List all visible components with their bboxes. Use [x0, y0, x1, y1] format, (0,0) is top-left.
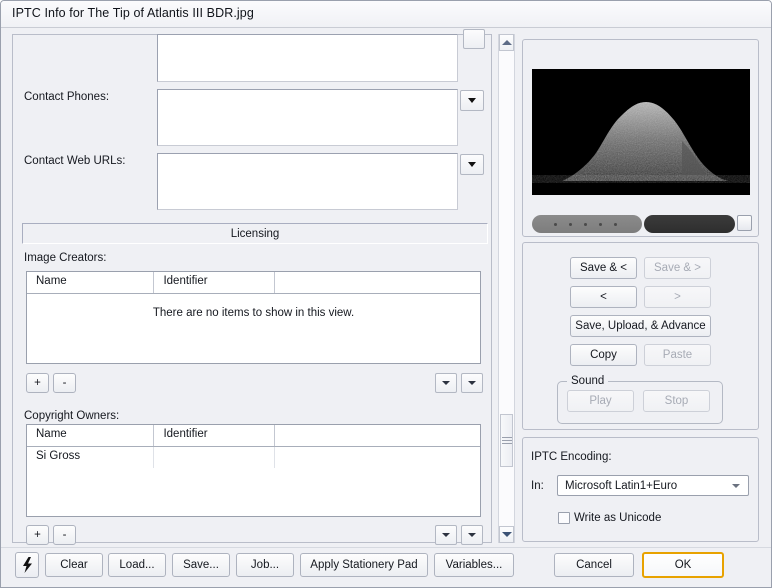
contact-web-urls-field[interactable] [157, 153, 458, 210]
image-creators-table[interactable]: Name Identifier There are no items to sh… [26, 271, 481, 364]
remove-copyright-owner-button[interactable]: - [53, 525, 76, 545]
quick-actions-button[interactable] [15, 552, 39, 578]
contact-phones-label: Contact Phones: [24, 91, 110, 103]
column-header-extra[interactable] [275, 425, 480, 446]
minus-icon: - [62, 529, 67, 541]
column-header-extra[interactable] [275, 272, 480, 293]
copyright-owners-label: Copyright Owners: [24, 410, 120, 422]
image-thumbnail[interactable] [532, 69, 750, 195]
play-sound-button[interactable]: Play [567, 390, 634, 412]
filmstrip-dot [614, 222, 617, 226]
cell-identifier [154, 447, 275, 468]
table-row[interactable]: Si Gross [27, 447, 480, 468]
write-as-unicode-label: Write as Unicode [574, 512, 662, 524]
remove-image-creator-button[interactable]: - [53, 373, 76, 393]
preview-progress-track[interactable] [644, 215, 735, 233]
chevron-down-icon [468, 381, 476, 385]
form-scrollbar[interactable] [498, 34, 515, 543]
column-header-identifier[interactable]: Identifier [154, 425, 275, 446]
chevron-down-icon [468, 533, 476, 537]
image-creators-options-dropdown-a[interactable] [435, 373, 457, 393]
paste-button[interactable]: Paste [644, 344, 711, 366]
image-creators-options-dropdown-b[interactable] [461, 373, 483, 393]
chevron-down-icon [442, 381, 450, 385]
cell-extra [275, 447, 480, 468]
iptc-encoding-title: IPTC Encoding: [531, 451, 612, 463]
contact-addresses-field[interactable] [157, 34, 458, 82]
save-and-previous-button[interactable]: Save & < [570, 257, 637, 279]
scrollbar-thumb[interactable] [500, 414, 513, 467]
table-header-row: Name Identifier [27, 425, 480, 447]
plus-icon: + [34, 529, 41, 541]
preview-expand-button[interactable] [737, 215, 752, 231]
copy-button[interactable]: Copy [570, 344, 637, 366]
chevron-down-icon [442, 533, 450, 537]
contact-phones-dropdown-button[interactable] [460, 90, 484, 111]
triangle-down-icon [501, 532, 512, 537]
thumbnail-image [532, 69, 750, 195]
window-title: IPTC Info for The Tip of Atlantis III BD… [12, 6, 254, 20]
chevron-down-icon [468, 98, 476, 103]
copyright-owners-options-dropdown-a[interactable] [435, 525, 457, 545]
column-header-name[interactable]: Name [27, 425, 155, 446]
column-header-identifier[interactable]: Identifier [154, 272, 275, 293]
job-button[interactable]: Job... [236, 553, 294, 577]
cell-name: Si Gross [27, 447, 155, 468]
plus-icon: + [34, 377, 41, 389]
chevron-down-icon [732, 483, 740, 488]
variables-button[interactable]: Variables... [434, 553, 514, 577]
contact-phones-field[interactable] [157, 89, 458, 146]
save-button[interactable]: Save... [172, 553, 230, 577]
filmstrip-track[interactable] [532, 215, 642, 233]
add-copyright-owner-button[interactable]: + [26, 525, 49, 545]
filmstrip-dot [569, 222, 572, 226]
load-button[interactable]: Load... [108, 553, 166, 577]
licensing-section-bar[interactable]: Licensing [22, 223, 488, 244]
table-header-row: Name Identifier [27, 272, 480, 294]
write-as-unicode-row[interactable]: Write as Unicode [558, 512, 661, 524]
encoding-selected-value: Microsoft Latin1+Euro [565, 479, 678, 492]
clear-button[interactable]: Clear [45, 553, 103, 577]
column-header-name[interactable]: Name [27, 272, 155, 293]
stop-sound-button[interactable]: Stop [643, 390, 710, 412]
licensing-section-label: Licensing [230, 227, 280, 240]
table-body: There are no items to show in this view. [27, 294, 480, 319]
encoding-in-label: In: [531, 480, 544, 492]
filmstrip-dot [584, 222, 587, 226]
save-upload-advance-button[interactable]: Save, Upload, & Advance [570, 315, 711, 337]
table-body: Si Gross [27, 447, 480, 468]
apply-stationery-pad-button[interactable]: Apply Stationery Pad [300, 553, 428, 577]
scrollbar-down-button[interactable] [499, 526, 514, 543]
add-image-creator-button[interactable]: + [26, 373, 49, 393]
cancel-button[interactable]: Cancel [554, 553, 634, 577]
chevron-down-icon [468, 162, 476, 167]
next-button[interactable]: > [644, 286, 711, 308]
save-and-next-button[interactable]: Save & > [644, 257, 711, 279]
contact-addresses-dropdown-button[interactable] [463, 29, 485, 49]
copyright-owners-options-dropdown-b[interactable] [461, 525, 483, 545]
iptc-info-dialog: IPTC Info for The Tip of Atlantis III BD… [0, 0, 772, 588]
contact-web-urls-label: Contact Web URLs: [24, 155, 126, 167]
previous-button[interactable]: < [570, 286, 637, 308]
triangle-up-icon [501, 40, 512, 45]
sound-group-legend: Sound [567, 375, 609, 387]
write-as-unicode-checkbox[interactable] [558, 512, 570, 524]
image-creators-label: Image Creators: [24, 252, 107, 264]
filmstrip-dot [599, 222, 602, 226]
encoding-select[interactable]: Microsoft Latin1+Euro [557, 475, 749, 496]
minus-icon: - [62, 377, 67, 389]
scrollbar-up-button[interactable] [499, 34, 514, 51]
ok-button[interactable]: OK [642, 552, 724, 578]
lightning-bolt-icon [22, 557, 32, 573]
empty-state-message: There are no items to show in this view. [152, 307, 355, 319]
copyright-owners-table[interactable]: Name Identifier Si Gross [26, 424, 481, 517]
grip-icon [501, 435, 512, 446]
filmstrip-dot [554, 222, 557, 226]
contact-web-urls-dropdown-button[interactable] [460, 154, 484, 175]
title-bar: IPTC Info for The Tip of Atlantis III BD… [1, 1, 771, 28]
